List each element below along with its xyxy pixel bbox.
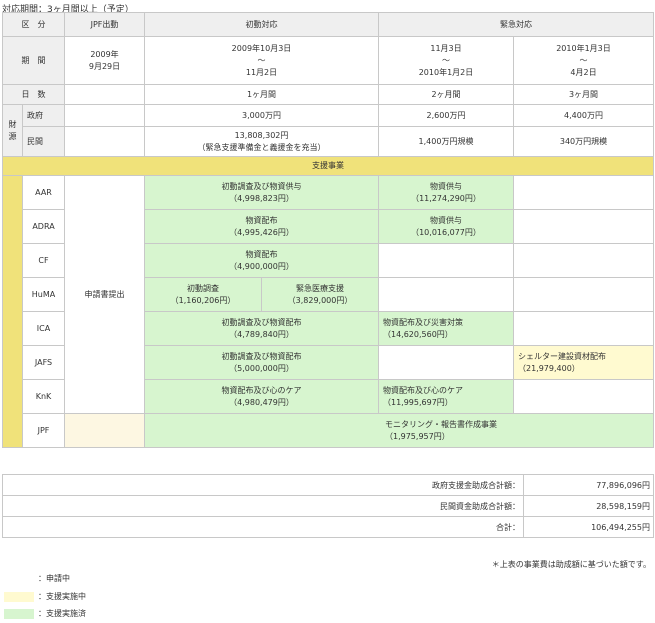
aar-initial: 初動調査及び物資供与 （4,998,823円） (144, 175, 379, 210)
total-row: 民間資金助成合計額： 28,598,159円 (2, 495, 654, 517)
total-row: 政府支援金助成合計額： 77,896,096円 (2, 474, 654, 496)
org-name-huma: HuMA (22, 277, 65, 312)
org-name-adra: ADRA (22, 209, 65, 244)
org-row-jpf: JPF モニタリング・報告書作成事業 （1,975,957円） (3, 413, 654, 448)
funding-private-emg1: 1,400万円規模 (378, 126, 514, 157)
support-header-row: 支援事業 (2, 156, 654, 176)
legend-swatch-pending (4, 573, 34, 584)
funding-gov-initial: 3,000万円 (144, 104, 379, 127)
period-row: 期 間 2009年 9月29日 2009年10月3日 ～ 11月2日 11月3日… (2, 36, 654, 85)
header-jpf: JPF出動 (64, 12, 145, 37)
total-gov-label: 政府支援金助成合計額： (2, 474, 524, 496)
cf-initial: 物資配布 （4,900,000円） (144, 243, 379, 278)
period-emg2: 2010年1月3日 ～ 4月2日 (513, 36, 654, 85)
knk-initial: 物資配布及び心のケア （4,980,479円） (144, 379, 379, 414)
period-jpf: 2009年 9月29日 (64, 36, 145, 85)
org-name-cf: CF (22, 243, 65, 278)
funding-gov-emg1: 2,600万円 (378, 104, 514, 127)
org-name-ica: ICA (22, 311, 65, 346)
support-table: 区 分 JPF出動 初動対応 緊急対応 期 間 2009年 9月29日 2009… (2, 12, 654, 448)
adra-emg1: 物資供与 （10,016,077円） (378, 209, 514, 244)
header-emergency: 緊急対応 (378, 12, 654, 37)
total-sum-label: 合計： (2, 516, 524, 538)
footnote: ＊上表の事業費は助成額に基づいた額です。 (491, 560, 651, 569)
org-name-aar: AAR (22, 175, 65, 210)
funding-private-initial: 13,808,302円 （緊急支援準備金と義援金を充当） (144, 126, 379, 157)
period-emg1: 11月3日 ～ 2010年1月2日 (378, 36, 514, 85)
header-initial: 初動対応 (144, 12, 379, 37)
funding-private-emg2: 340万円規模 (513, 126, 654, 157)
total-private-value: 28,598,159円 (523, 495, 654, 517)
legend-item: ：申請中 (4, 573, 70, 584)
days-row: 日 数 1ヶ月間 2ヶ月間 3ヶ月間 (2, 84, 654, 105)
days-emg1: 2ヶ月間 (378, 84, 514, 105)
days-initial: 1ヶ月間 (144, 84, 379, 105)
support-header: 支援事業 (2, 156, 654, 176)
huma-initial-a: 初動調査 （1,160,206円） (144, 277, 262, 312)
period-label: 期 間 (2, 36, 65, 85)
legend-label: ：申請中 (38, 574, 70, 583)
legend-swatch-done (4, 608, 34, 619)
legend-item: ：支援実施済 (4, 608, 86, 619)
funding-label: 財 源 (2, 104, 23, 157)
legend-item: ：支援実施中 (4, 591, 86, 602)
legend-label: ：支援実施中 (38, 592, 86, 601)
funding-private-label: 民間 (22, 126, 65, 157)
huma-initial-b: 緊急医療支援 （3,829,000円） (261, 277, 379, 312)
adra-initial: 物資配布 （4,995,426円） (144, 209, 379, 244)
org-row-aar: AAR 申請書提出 初動調査及び物資供与 （4,998,823円） 物資供与 （… (2, 175, 654, 448)
days-emg2: 3ヶ月間 (513, 84, 654, 105)
total-gov-value: 77,896,096円 (523, 474, 654, 496)
days-label: 日 数 (2, 84, 65, 105)
jpf-monitoring: モニタリング・報告書作成事業 （1,975,957円） (144, 413, 654, 448)
funding-gov-emg2: 4,400万円 (513, 104, 654, 127)
knk-emg1: 物資配布及び心のケア （11,995,697円） (378, 379, 514, 414)
header-category: 区 分 (2, 12, 65, 37)
legend-swatch-in-progress (4, 591, 34, 602)
funding-gov-row: 財 源 政府 3,000万円 2,600万円 4,400万円 (2, 104, 654, 157)
totals-table: 政府支援金助成合計額： 77,896,096円 民間資金助成合計額： 28,59… (2, 474, 654, 538)
support-side-bar (2, 175, 23, 448)
ica-initial: 初動調査及び物資配布 （4,789,840円） (144, 311, 379, 346)
total-sum-value: 106,494,255円 (523, 516, 654, 538)
jafs-emg2: シェルター建設資材配布 （21,979,400） (513, 345, 654, 380)
funding-private-row: 民間 13,808,302円 （緊急支援準備金と義援金を充当） 1,400万円規… (3, 126, 654, 157)
org-name-jpf: JPF (22, 413, 65, 448)
ica-emg1: 物資配布及び災害対策 （14,620,560円） (378, 311, 514, 346)
header-row: 区 分 JPF出動 初動対応 緊急対応 (2, 12, 654, 37)
total-private-label: 民間資金助成合計額： (2, 495, 524, 517)
apply-cell: 申請書提出 (64, 175, 145, 414)
total-row: 合計： 106,494,255円 (2, 516, 654, 538)
funding-gov-label: 政府 (22, 104, 65, 127)
period-initial: 2009年10月3日 ～ 11月2日 (144, 36, 379, 85)
org-name-knk: KnK (22, 379, 65, 414)
aar-emg1: 物資供与 （11,274,290円） (378, 175, 514, 210)
legend-label: ：支援実施済 (38, 609, 86, 618)
jafs-initial: 初動調査及び物資配布 （5,000,000円） (144, 345, 379, 380)
org-name-jafs: JAFS (22, 345, 65, 380)
